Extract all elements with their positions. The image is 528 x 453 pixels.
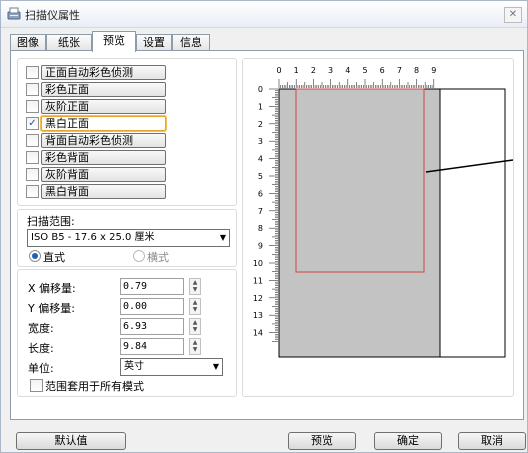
ruler-x-label: 4: [345, 66, 350, 75]
image-type-checkbox[interactable]: [26, 151, 39, 164]
image-type-checkbox[interactable]: ✓: [26, 117, 39, 130]
width-spinner[interactable]: ▲ ▼: [189, 318, 201, 335]
scan-area-label: 扫描范围:: [27, 215, 75, 228]
landscape-radio[interactable]: [133, 250, 145, 262]
y-offset-label: Y 偏移量:: [28, 302, 75, 315]
offset-group: X 偏移量: 0.79 ▲ ▼ Y 偏移量: 0.00 ▲ ▼ 宽度: 6.93 ▲…: [17, 269, 237, 397]
image-type-label[interactable]: 彩色背面: [41, 150, 166, 165]
image-type-checkbox[interactable]: [26, 134, 39, 147]
up-arrow-icon: ▲: [192, 279, 198, 286]
ruler-y-label: 8: [258, 224, 263, 233]
image-type-label[interactable]: 黑白背面: [41, 184, 166, 199]
width-label: 宽度:: [28, 322, 54, 335]
ruler-y-label: 4: [258, 155, 263, 164]
scanner-app-icon: [7, 7, 21, 20]
ruler-y-label: 9: [258, 242, 263, 251]
ruler-x-label: 8: [414, 66, 419, 75]
tab-info[interactable]: 信息: [172, 34, 210, 51]
scan-area-group: 扫描范围: ISO B5 - 17.6 x 25.0 厘米 ▼ 直式 横式: [17, 209, 237, 267]
preview-button[interactable]: 预览: [288, 432, 356, 450]
default-button[interactable]: 默认值: [16, 432, 126, 450]
close-button[interactable]: ✕: [504, 7, 522, 23]
close-icon: ✕: [508, 9, 518, 20]
cancel-button[interactable]: 取消: [458, 432, 526, 450]
down-arrow-icon: ▼: [192, 306, 198, 313]
ruler-y-label: 6: [258, 189, 263, 198]
portrait-radio[interactable]: [29, 250, 41, 262]
unit-select[interactable]: 英寸 ▼: [120, 358, 223, 376]
ok-button[interactable]: 确定: [374, 432, 442, 450]
image-type-label[interactable]: 彩色正面: [41, 82, 166, 97]
ruler-x-label: 1: [294, 66, 299, 75]
image-type-checkbox[interactable]: [26, 185, 39, 198]
ruler-y-label: 12: [253, 294, 263, 303]
vertical-ruler: 01234567891011121314: [253, 85, 278, 342]
unit-label: 单位:: [28, 362, 54, 375]
ruler-y-label: 11: [253, 276, 263, 285]
image-type-group: 正面自动彩色侦测 彩色正面灰阶正面 ✓ 黑白正面背面自动彩色侦测 彩色背面灰阶背面黑白背…: [17, 58, 237, 206]
ruler-x-label: 9: [431, 66, 436, 75]
ruler-x-label: 7: [397, 66, 402, 75]
x-offset-label: X 偏移量:: [28, 282, 76, 295]
ruler-y-label: 3: [258, 137, 263, 146]
image-type-checkbox[interactable]: [26, 66, 39, 79]
unit-value: 英寸: [124, 361, 144, 372]
window-title: 扫描仪属性: [25, 9, 80, 22]
chevron-down-icon: ▼: [219, 233, 226, 242]
ruler-x-label: 2: [311, 66, 316, 75]
ruler-x-label: 3: [328, 66, 333, 75]
image-type-label[interactable]: 灰阶背面: [41, 167, 166, 182]
preview-canvas: 0123456789 01234567891011121314: [253, 66, 514, 358]
tab-paper[interactable]: 纸张: [46, 34, 92, 51]
ruler-x-label: 6: [380, 66, 385, 75]
image-type-checkbox[interactable]: [26, 100, 39, 113]
up-arrow-icon: ▲: [192, 339, 198, 346]
image-type-label[interactable]: 灰阶正面: [41, 99, 166, 114]
ruler-y-label: 5: [258, 172, 263, 181]
ruler-x-label: 0: [276, 66, 281, 75]
down-arrow-icon: ▼: [192, 286, 198, 293]
scanned-page: [279, 89, 440, 357]
image-type-label[interactable]: 正面自动彩色侦测: [41, 65, 166, 80]
ruler-y-label: 14: [253, 329, 263, 338]
width-input[interactable]: 6.93: [120, 318, 184, 335]
length-label: 长度:: [28, 342, 54, 355]
up-arrow-icon: ▲: [192, 319, 198, 326]
x-offset-spinner[interactable]: ▲ ▼: [189, 278, 201, 295]
tab-image[interactable]: 图像: [10, 34, 46, 51]
apply-all-checkbox[interactable]: [30, 379, 43, 392]
preview-area[interactable]: 0123456789 0 1 2 3 4 5 6 7 8 9 10 11 12 13 14: [242, 58, 514, 397]
down-arrow-icon: ▼: [192, 326, 198, 333]
image-type-label[interactable]: 背面自动彩色侦测: [41, 133, 166, 148]
y-offset-spinner[interactable]: ▲ ▼: [189, 298, 201, 315]
ruler-y-label: 10: [253, 259, 263, 268]
landscape-label: 横式: [147, 251, 169, 264]
scan-area-select[interactable]: ISO B5 - 17.6 x 25.0 厘米 ▼: [27, 229, 230, 247]
ruler-y-label: 7: [258, 207, 263, 216]
x-offset-input[interactable]: 0.79: [120, 278, 184, 295]
tab-settings[interactable]: 设置: [136, 34, 172, 51]
title-bar[interactable]: 扫描仪属性 ✕: [1, 1, 527, 28]
portrait-label: 直式: [43, 251, 65, 264]
apply-all-label: 范围套用于所有模式: [45, 380, 144, 393]
tab-preview[interactable]: 预览: [92, 31, 136, 52]
down-arrow-icon: ▼: [192, 346, 198, 353]
y-offset-input[interactable]: 0.00: [120, 298, 184, 315]
horizontal-ruler: 0 1 2 3 4 5 6 7 8 9: [276, 66, 436, 88]
chevron-down-icon: ▼: [212, 362, 219, 371]
image-type-label[interactable]: 黑白正面: [41, 116, 166, 131]
ruler-y-label: 13: [253, 311, 263, 320]
length-input[interactable]: 9.84: [120, 338, 184, 355]
up-arrow-icon: ▲: [192, 299, 198, 306]
ruler-x-label: 5: [362, 66, 367, 75]
scanner-properties-window: 扫描仪属性 ✕ 图像 纸张 预览 设置 信息 正面自动彩色侦测 彩色正面灰阶正面 ✓…: [0, 0, 528, 453]
ruler-y-label: 0: [258, 85, 263, 94]
scan-area-value: ISO B5 - 17.6 x 25.0 厘米: [31, 232, 155, 243]
length-spinner[interactable]: ▲ ▼: [189, 338, 201, 355]
image-type-checkbox[interactable]: [26, 168, 39, 181]
ruler-y-label: 1: [258, 102, 263, 111]
ruler-y-label: 2: [258, 120, 263, 129]
scan-bed-remainder: [439, 88, 506, 358]
image-type-checkbox[interactable]: [26, 83, 39, 96]
